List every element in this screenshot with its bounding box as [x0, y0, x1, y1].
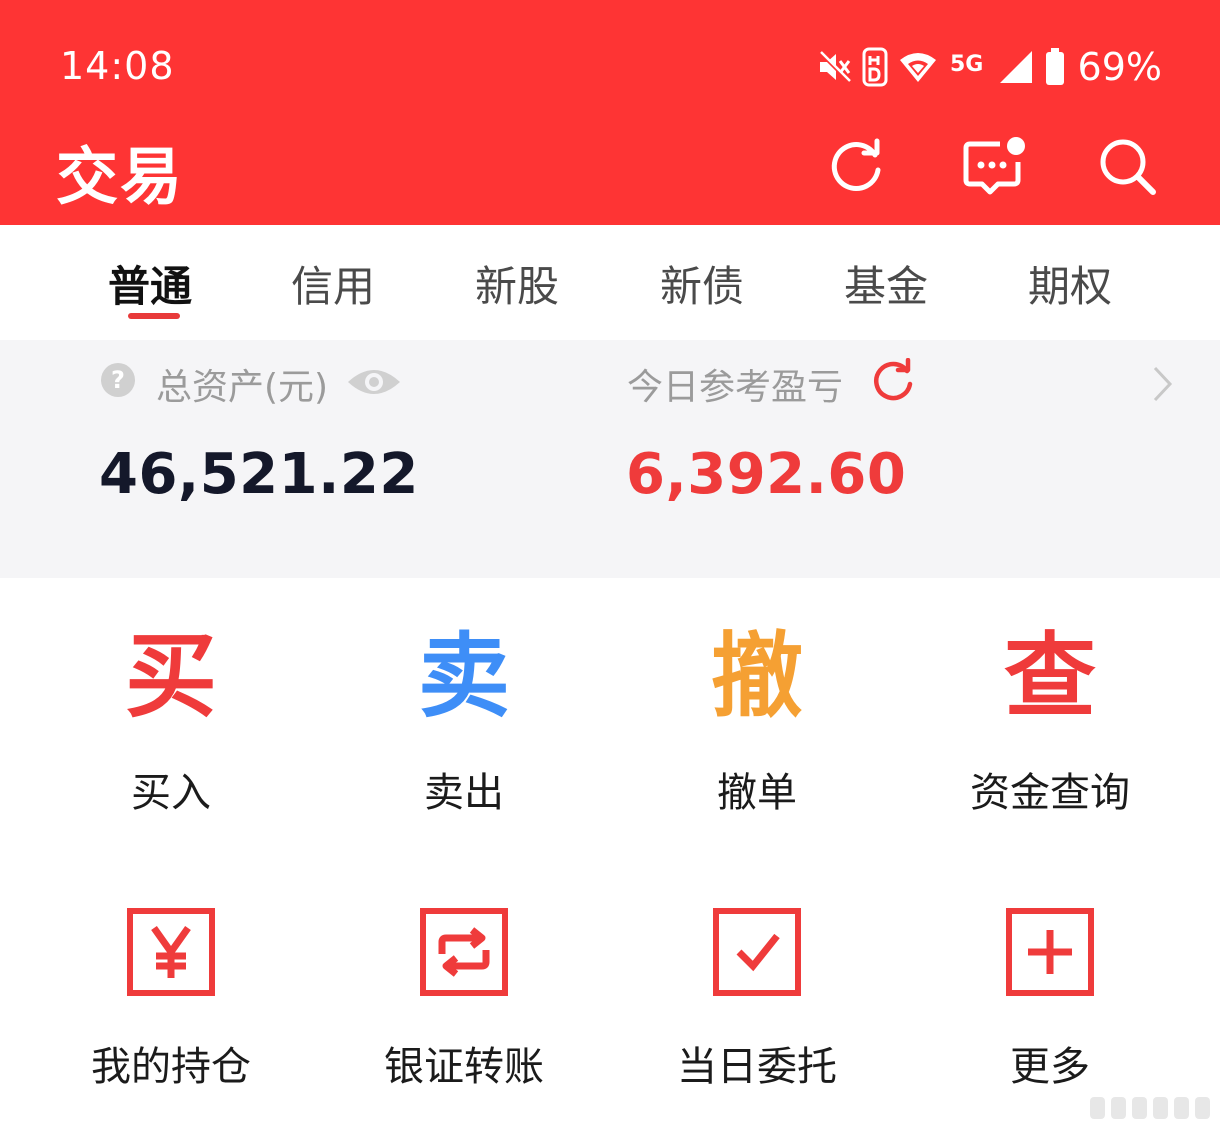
search-button[interactable] [1093, 132, 1163, 202]
tab-new-bond[interactable]: 新债 [660, 253, 744, 314]
tab-normal[interactable]: 普通 [108, 253, 192, 314]
refresh-button[interactable] [822, 132, 892, 202]
plus-icon [1006, 908, 1094, 996]
cancel-order-label: 撤单 [717, 770, 797, 816]
transfer-icon [420, 908, 508, 996]
status-icons: 5G 69% [816, 42, 1162, 92]
query-icon: 查 [1003, 623, 1096, 730]
my-positions-button[interactable]: 我的持仓 [51, 908, 291, 1092]
fund-query-button[interactable]: 查 资金查询 [930, 622, 1170, 818]
cancel-order-icon: 撤 [710, 623, 803, 730]
check-icon [713, 908, 801, 996]
active-tab-indicator [128, 313, 180, 319]
my-positions-label: 我的持仓 [91, 1044, 251, 1090]
sell-button[interactable]: 卖 卖出 [344, 622, 584, 818]
today-pnl-value: 6,392.60 [626, 442, 907, 507]
pnl-refresh-icon[interactable] [870, 357, 916, 408]
buy-button[interactable]: 买 买入 [51, 622, 291, 818]
tab-credit[interactable]: 信用 [291, 253, 375, 314]
buy-icon: 买 [124, 623, 217, 730]
mute-icon [816, 49, 852, 85]
account-tabs: 普通 信用 新股 新债 基金 期权 [0, 225, 1220, 340]
signal-icon [998, 49, 1034, 85]
battery-level: 69% [1077, 45, 1162, 89]
tab-new-stock[interactable]: 新股 [475, 253, 559, 314]
fund-query-label: 资金查询 [970, 770, 1130, 816]
yen-icon [127, 908, 215, 996]
5g-icon: 5G [948, 47, 988, 87]
more-label: 更多 [1010, 1044, 1090, 1090]
message-button[interactable] [958, 132, 1028, 202]
gesture-bar [1090, 1097, 1210, 1119]
today-pnl-label: 今日参考盈亏 [627, 367, 844, 408]
help-icon[interactable]: ? [101, 363, 135, 397]
buy-label: 买入 [131, 770, 211, 816]
wifi-icon [898, 50, 938, 84]
more-button[interactable]: 更多 [930, 908, 1170, 1092]
message-icon [963, 137, 1025, 195]
today-orders-label: 当日委托 [677, 1044, 837, 1090]
status-time: 14:08 [60, 44, 175, 88]
svg-text:5G: 5G [950, 52, 983, 77]
hd-icon [862, 47, 888, 87]
total-assets-label: 总资产(元) [156, 367, 329, 408]
bank-transfer-label: 银证转账 [384, 1044, 544, 1090]
sell-label: 卖出 [424, 770, 504, 816]
search-icon [1100, 139, 1156, 195]
cancel-order-button[interactable]: 撤 撤单 [637, 622, 877, 818]
today-orders-button[interactable]: 当日委托 [637, 908, 877, 1092]
tab-fund[interactable]: 基金 [844, 253, 928, 314]
app-header: 14:08 5G 69% 交易 [0, 0, 1220, 225]
refresh-icon [831, 138, 881, 192]
bank-transfer-button[interactable]: 银证转账 [344, 908, 584, 1092]
sell-icon: 卖 [417, 623, 510, 730]
tab-options[interactable]: 期权 [1028, 253, 1112, 314]
chevron-right-icon[interactable] [1150, 364, 1176, 408]
battery-icon [1044, 47, 1066, 87]
page-title: 交易 [56, 140, 185, 213]
eye-icon[interactable] [346, 364, 402, 404]
total-assets-value: 46,521.22 [99, 442, 419, 507]
